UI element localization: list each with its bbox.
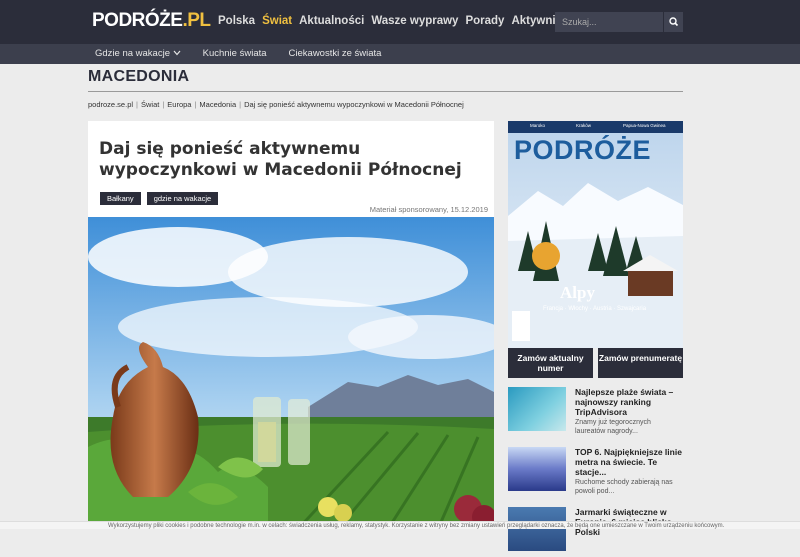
article-meta: Materiał sponsorowany, 15.12.2019 — [369, 205, 488, 214]
logo-text: PODRÓŻE — [92, 10, 183, 31]
order-current-issue-button[interactable]: Zamów aktualny numer — [508, 348, 593, 378]
article-card: Daj się ponieść aktywnemu wypoczynkowi w… — [88, 121, 494, 529]
article-thumbnail — [508, 387, 566, 431]
breadcrumb-separator: | — [239, 100, 242, 109]
nav-item-aktualnosci[interactable]: Aktualności — [299, 15, 364, 27]
breadcrumb-item[interactable]: podroze.se.pl — [88, 100, 133, 109]
search-input[interactable]: Szukaj... — [555, 12, 663, 32]
article-tags: Bałkany gdzie na wakacje — [100, 192, 219, 205]
nav-item-porady[interactable]: Porady — [465, 15, 504, 27]
article-thumbnail — [508, 447, 566, 491]
cover-headline: Alpy — [560, 283, 595, 302]
section-title: MACEDONIA — [88, 68, 190, 85]
search-icon — [669, 17, 679, 27]
cover-subline: Francja · Włochy · Austria · Szwajcaria — [543, 306, 647, 312]
top-navigation-bar: PODRÓŻE.PL Polska Świat Aktualności Wasz… — [0, 0, 800, 44]
title-divider — [88, 91, 683, 92]
nav-item-wasze-wyprawy[interactable]: Wasze wyprawy — [371, 15, 458, 27]
main-menu: Polska Świat Aktualności Wasze wyprawy P… — [218, 15, 562, 27]
sidebar-article-title: Najlepsze plaże świata – najnowszy ranki… — [575, 387, 674, 417]
article-headline: Daj się ponieść aktywnemu wypoczynkowi w… — [99, 139, 462, 180]
breadcrumb-current: Daj się ponieść aktywnemu wypoczynkowi w… — [244, 100, 464, 109]
breadcrumb-separator: | — [194, 100, 197, 109]
cover-label: Maroko — [530, 123, 546, 128]
subnav-item-kuchnie-swiata[interactable]: Kuchnie świata — [203, 48, 267, 59]
nav-item-swiat[interactable]: Świat — [262, 15, 292, 27]
breadcrumb-item[interactable]: Świat — [141, 100, 159, 109]
sidebar-article[interactable]: Najlepsze plaże świata – najnowszy ranki… — [508, 387, 683, 437]
breadcrumb-separator: | — [136, 100, 138, 109]
site-logo[interactable]: PODRÓŻE.PL — [92, 10, 211, 32]
breadcrumb: podroze.se.pl | Świat | Europa | Macedonia |… — [88, 100, 464, 109]
sidebar-article-desc: Ruchome schody zabierają nas powoli pod.… — [575, 479, 673, 495]
sub-navigation-bar: Gdzie na wakacje Kuchnie świata Ciekawos… — [0, 44, 800, 64]
tag-gdzie-na-wakacje[interactable]: gdzie na wakacje — [146, 192, 219, 205]
breadcrumb-separator: | — [162, 100, 165, 109]
breadcrumb-item[interactable]: Europa — [167, 100, 191, 109]
cookie-bar: Wykorzystujemy pliki cookies i podobne t… — [0, 521, 800, 529]
cover-logo: PODRÓŻE — [514, 135, 652, 165]
subnav-item-gdzie-na-wakacje[interactable]: Gdzie na wakacje — [95, 48, 181, 59]
order-subscription-button[interactable]: Zamów prenumeratę — [598, 348, 683, 378]
tag-balkany[interactable]: Bałkany — [100, 192, 141, 205]
sidebar-article[interactable]: Jarmarki świąteczne w Europie. 6 miejsc … — [508, 507, 683, 557]
cover-label: Kraków — [576, 123, 592, 128]
cover-label: Papua-Nowa Gwinea — [623, 123, 666, 128]
breadcrumb-item[interactable]: Macedonia — [199, 100, 236, 109]
sub-menu: Gdzie na wakacje Kuchnie świata Ciekawos… — [95, 48, 381, 59]
subnav-label: Gdzie na wakacje — [95, 48, 170, 59]
cover-top-strip: Maroko Kraków Papua-Nowa Gwinea — [508, 121, 683, 133]
magazine-cover[interactable]: Maroko Kraków Papua-Nowa Gwinea PODRÓŻE … — [508, 121, 683, 348]
sidebar-article-desc: Znamy już tegorocznych laureatów nagrody… — [575, 419, 651, 435]
chevron-down-icon — [173, 50, 181, 56]
search-button[interactable] — [663, 12, 683, 32]
nav-item-polska[interactable]: Polska — [218, 15, 255, 27]
sidebar-article[interactable]: TOP 6. Najpiękniejsze linie metra na świ… — [508, 447, 683, 497]
subnav-item-ciekawostki[interactable]: Ciekawostki ze świata — [289, 48, 382, 59]
sidebar-article-title: TOP 6. Najpiękniejsze linie metra na świ… — [575, 447, 682, 477]
logo-suffix: .PL — [182, 10, 211, 31]
article-hero-image — [88, 217, 494, 529]
